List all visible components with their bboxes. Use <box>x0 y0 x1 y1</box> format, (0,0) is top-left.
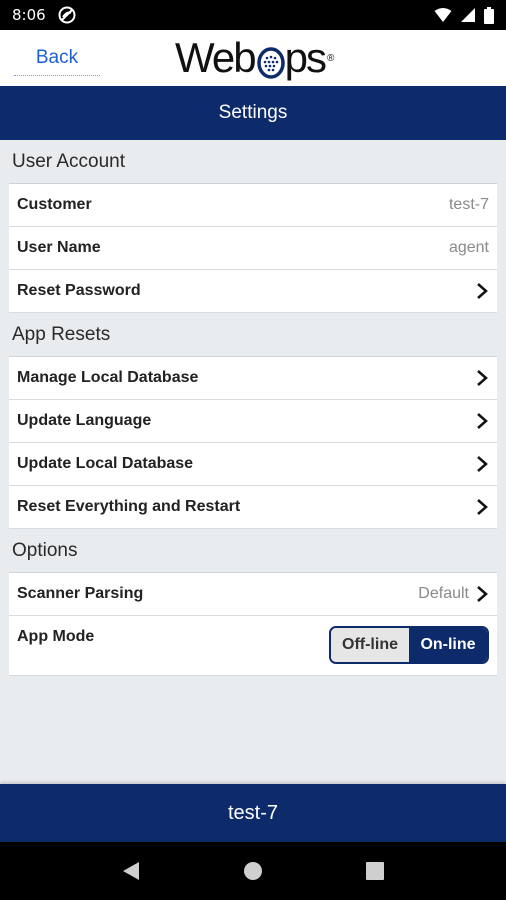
online-option[interactable]: On-line <box>409 628 487 662</box>
update-language-row[interactable]: Update Language <box>9 400 497 443</box>
globe-icon <box>256 41 286 79</box>
signal-icon <box>460 7 476 23</box>
chevron-right-icon <box>477 586 488 602</box>
reset-everything-label: Reset Everything and Restart <box>17 498 241 515</box>
app-header: Back Web ps ® <box>0 30 506 86</box>
nav-back-icon[interactable] <box>111 851 151 891</box>
manage-local-database-row[interactable]: Manage Local Database <box>9 357 497 400</box>
chevron-right-icon <box>477 413 488 429</box>
scanner-parsing-row[interactable]: Scanner Parsing Default <box>9 573 497 616</box>
update-language-label: Update Language <box>17 412 152 429</box>
manage-local-database-label: Manage Local Database <box>17 369 199 386</box>
offline-option[interactable]: Off-line <box>331 628 409 662</box>
app-mode-label: App Mode <box>17 628 95 645</box>
section-title-app-resets: App Resets <box>12 323 111 345</box>
nav-home-icon[interactable] <box>233 851 273 891</box>
wifi-icon <box>434 7 452 23</box>
customer-row: Customer test-7 <box>9 184 497 227</box>
settings-content: User Account Customer test-7 User Name a… <box>0 140 506 676</box>
update-local-database-label: Update Local Database <box>17 455 194 472</box>
footer-customer: test-7 <box>227 801 279 824</box>
footer-bar: test-7 <box>0 784 506 842</box>
app-resets-group: Manage Local Database Update Language Up… <box>9 356 497 529</box>
page-title-bar: Settings <box>0 86 506 140</box>
logo-text-right: ps <box>284 34 327 81</box>
back-button[interactable]: Back <box>14 40 100 76</box>
section-title-options: Options <box>12 539 78 561</box>
customer-value: test-7 <box>448 196 489 213</box>
scanner-parsing-label: Scanner Parsing <box>17 585 144 602</box>
options-group: Scanner Parsing Default App Mode Off-lin… <box>9 572 497 676</box>
page-title: Settings <box>218 102 288 123</box>
reset-password-row[interactable]: Reset Password <box>9 270 497 313</box>
logo-registered-mark: ® <box>326 52 335 64</box>
username-value: agent <box>448 239 489 256</box>
do-not-disturb-icon <box>58 6 76 24</box>
chevron-right-icon <box>477 283 488 299</box>
chevron-right-icon <box>477 370 488 386</box>
status-bar: 8:06 <box>0 0 506 30</box>
webops-logo: Web ps ® <box>175 34 334 82</box>
customer-label: Customer <box>17 196 92 213</box>
status-time: 8:06 <box>12 6 46 24</box>
chevron-right-icon <box>477 499 488 515</box>
app-mode-row: App Mode Off-line On-line <box>9 616 497 676</box>
reset-password-label: Reset Password <box>17 282 141 299</box>
update-local-database-row[interactable]: Update Local Database <box>9 443 497 486</box>
app-mode-toggle[interactable]: Off-line On-line <box>329 626 489 664</box>
system-nav-bar <box>0 842 506 900</box>
section-title-user-account: User Account <box>12 150 125 172</box>
username-row: User Name agent <box>9 227 497 270</box>
logo-text-left: Web <box>175 34 257 81</box>
user-account-group: Customer test-7 User Name agent Reset Pa… <box>9 183 497 313</box>
scanner-parsing-value: Default <box>418 585 469 602</box>
reset-everything-row[interactable]: Reset Everything and Restart <box>9 486 497 529</box>
username-label: User Name <box>17 239 101 256</box>
battery-icon <box>484 6 494 24</box>
chevron-right-icon <box>477 456 488 472</box>
nav-recents-icon[interactable] <box>355 851 395 891</box>
